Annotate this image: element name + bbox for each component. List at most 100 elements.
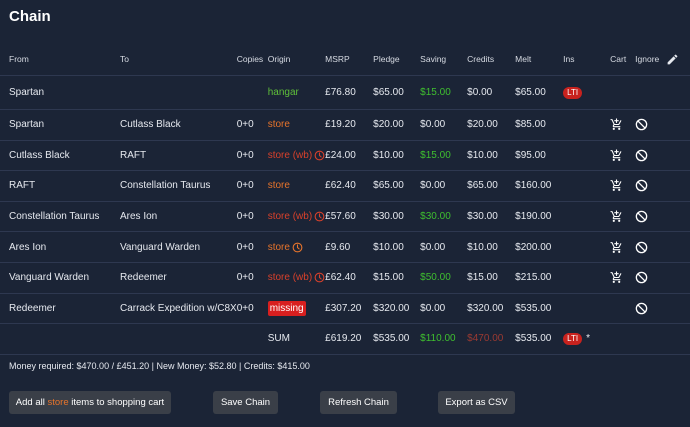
cell-copies: 0+0 <box>236 293 268 325</box>
money-summary: Money required: $470.00 / £451.20 | New … <box>9 361 310 371</box>
cell-to: Constellation Taurus <box>120 170 237 202</box>
cell-cart <box>610 109 636 141</box>
export-csv-button[interactable]: Export as CSV <box>438 391 515 414</box>
col-msrp: MSRP <box>325 43 374 76</box>
cell-credits: $10.00 <box>467 231 516 263</box>
cell-from: Ares Ion <box>0 231 120 263</box>
table-row: Constellation Taurus Ares Ion 0+0 store … <box>0 201 690 233</box>
cell-melt: $215.00 <box>515 262 564 294</box>
cell-pledge: $10.00 <box>373 231 421 263</box>
refresh-chain-button[interactable]: Refresh Chain <box>320 391 397 414</box>
cell-pledge: $20.00 <box>373 109 421 141</box>
missing-badge: missing <box>267 300 306 316</box>
cell-msrp: £24.00 <box>325 140 374 172</box>
col-pledge: Pledge <box>373 43 421 76</box>
cell-melt: $95.00 <box>515 140 564 172</box>
cell-edit <box>666 140 690 172</box>
col-edit[interactable] <box>666 43 690 76</box>
cell-to: Redeemer <box>120 262 237 294</box>
cell-cart <box>610 262 636 294</box>
cell-edit <box>666 201 690 233</box>
sum-row: SUM £619.20 $535.00 $110.00 $470.00 $535… <box>0 323 690 355</box>
add-to-cart-icon[interactable] <box>610 241 623 254</box>
add-to-cart-icon[interactable] <box>610 149 623 162</box>
cell-ins <box>563 293 611 325</box>
ignore-icon[interactable] <box>635 149 648 162</box>
cell-saving: $50.00 <box>420 262 468 294</box>
cell-from: Vanguard Warden <box>0 262 120 294</box>
cell-pledge: $65.00 <box>373 170 421 202</box>
cell-ins <box>563 262 611 294</box>
cell-origin: store (wb) <box>267 140 326 172</box>
cell-origin: store <box>267 170 326 202</box>
origin-label: store (wb) <box>267 211 313 223</box>
clock-icon <box>314 272 325 283</box>
insurance-note-star: * <box>586 332 591 344</box>
cell-ins <box>563 201 611 233</box>
cell-edit <box>666 170 690 202</box>
cell-to: Carrack Expedition w/C8X <box>120 293 237 325</box>
clock-icon <box>292 242 303 252</box>
cell-origin: store (wb) <box>267 201 326 233</box>
cell-copies: 0+0 <box>236 231 268 263</box>
ignore-icon[interactable] <box>635 271 648 284</box>
cell-ignore <box>635 170 667 202</box>
cell-pledge: $65.00 <box>373 75 421 110</box>
cell-cart <box>610 293 636 325</box>
ignore-icon[interactable] <box>635 179 648 192</box>
clock-icon <box>314 211 325 222</box>
origin-label: store <box>267 119 290 131</box>
cell-edit <box>666 109 690 141</box>
ignore-icon[interactable] <box>635 118 648 131</box>
lti-badge: LTI <box>563 86 583 99</box>
cell-copies: 0+0 <box>236 201 268 233</box>
add-to-cart-icon[interactable] <box>610 179 623 192</box>
ignore-icon[interactable] <box>635 210 648 223</box>
cell-melt: $160.00 <box>515 170 564 202</box>
cell-msrp: £57.60 <box>325 201 374 233</box>
cell-from: Constellation Taurus <box>0 201 120 233</box>
cell-msrp: £619.20 <box>325 323 374 355</box>
cell-ignore <box>635 293 667 325</box>
col-credits: Credits <box>467 43 516 76</box>
origin-label: store <box>267 241 290 253</box>
cell-msrp: £19.20 <box>325 109 374 141</box>
cell-ignore <box>635 323 667 355</box>
cell-origin: store (wb) <box>267 262 326 294</box>
pencil-icon[interactable] <box>666 53 679 66</box>
cell-copies: 0+0 <box>236 109 268 141</box>
cell-origin: store <box>267 109 326 141</box>
cell-ignore <box>635 201 667 233</box>
cell-to <box>120 75 237 110</box>
cell-saving: $30.00 <box>420 201 468 233</box>
cell-melt: $200.00 <box>515 231 564 263</box>
cell-edit <box>666 323 690 355</box>
col-ins: Ins <box>563 43 611 76</box>
cell-cart <box>610 201 636 233</box>
cell-saving: $0.00 <box>420 231 468 263</box>
cell-melt: $85.00 <box>515 109 564 141</box>
cell-credits: $0.00 <box>467 75 516 110</box>
ignore-icon[interactable] <box>635 302 648 315</box>
cell-melt: $65.00 <box>515 75 564 110</box>
cell-ins: LTI <box>563 75 611 110</box>
ignore-icon[interactable] <box>635 241 648 254</box>
add-to-cart-icon[interactable] <box>610 210 623 223</box>
cell-pledge: $15.00 <box>373 262 421 294</box>
add-to-cart-icon[interactable] <box>610 118 623 131</box>
cell-origin: hangar <box>267 75 326 110</box>
cell-origin: store <box>267 231 326 263</box>
col-melt: Melt <box>515 43 564 76</box>
add-to-cart-icon[interactable] <box>610 271 623 284</box>
cell-msrp: £76.80 <box>325 75 374 110</box>
cell-melt: $190.00 <box>515 201 564 233</box>
save-chain-button[interactable]: Save Chain <box>213 391 278 414</box>
lti-badge: LTI <box>563 332 583 345</box>
table-row: Ares Ion Vanguard Warden 0+0 store £9.60… <box>0 231 690 263</box>
cell-from: Spartan <box>0 109 120 141</box>
cell-melt: $535.00 <box>515 293 564 325</box>
table-row: RAFT Constellation Taurus 0+0 store £62.… <box>0 170 690 202</box>
table-row: Vanguard Warden Redeemer 0+0 store (wb) … <box>0 262 690 294</box>
cell-copies: 0+0 <box>236 170 268 202</box>
add-store-items-button[interactable]: Add all store items to shopping cart <box>9 391 171 414</box>
